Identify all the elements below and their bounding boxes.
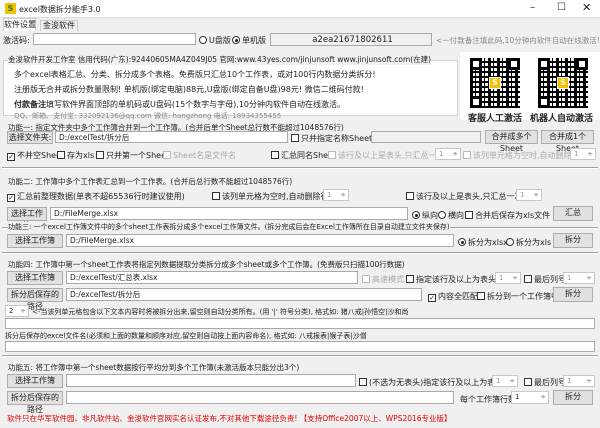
info-line3: 付款备注填写软件界面顶部的单机码或U盘码(15个数字与字母),10分钟内软件自动… [14, 100, 345, 109]
radio-pc[interactable]: 单机版 [232, 35, 266, 46]
f2-choose-workbook-button[interactable]: 选择工作簿 [7, 207, 47, 230]
qr2-label: 机器人自动激活 [530, 114, 594, 124]
f3-xlsx-radio[interactable]: 拆分为xlsx [458, 237, 508, 248]
f3-choose-workbook-button[interactable]: 选择工作簿 [7, 234, 63, 248]
info-contact: QQ、邮箱、支付宝: 332092136@qq.com 微信: hangzhon… [14, 112, 282, 120]
f5-header-checkbox[interactable]: (不选为无表头)指定该行及以上为表头-> [359, 377, 513, 388]
f5-split-button[interactable]: 拆分 [553, 390, 593, 405]
qr-code-manual: S [470, 58, 520, 108]
f4-fast-mode-checkbox[interactable]: 高速模式 [362, 274, 404, 285]
f2-vertical-radio[interactable]: 纵向 [412, 210, 438, 221]
tab-jinjun[interactable]: 金浚软件 [40, 20, 78, 31]
qr-code-auto: S [538, 58, 588, 108]
f1-merge-one-button[interactable]: 合并成1个Sheet [541, 130, 594, 153]
f4-full-match-checkbox[interactable]: ✓ 内容全匹配 [428, 291, 478, 302]
f4-choose-workbook-button[interactable]: 选择工作簿 [7, 271, 63, 285]
f2-header-spinner[interactable]: 1 [516, 189, 542, 201]
f5-save-path[interactable] [66, 391, 454, 404]
radio-u-disk[interactable]: U盘版 [199, 35, 231, 46]
f2-del-spinner[interactable]: 1 [323, 189, 349, 201]
divider [2, 167, 598, 169]
f3-path[interactable]: D:/FileMerge.xlsx [66, 234, 454, 247]
qr1-label: 客服人工激活 [468, 114, 523, 124]
f1-save-xls-checkbox[interactable]: 存为xls [57, 150, 94, 161]
f2-path[interactable]: D:/FileMerge.xlsx [50, 207, 408, 220]
f4-last-col-spinner[interactable]: 1 [563, 272, 595, 284]
f5-last-col-checkbox[interactable]: 最后列号 [524, 377, 566, 388]
f1-only-named-checkbox[interactable]: 只并指定名称Sheet: [291, 133, 375, 144]
f5-header-spinner[interactable]: 1 [492, 375, 518, 387]
f2-title: 功能二: 工作簿中多个工作表汇总到一个工作表。(合并后总行数不能超过104857… [8, 177, 293, 186]
f5-last-col-spinner[interactable]: 1 [563, 375, 595, 387]
footer-notice: 软件只在华军软件园、非凡软件站、金浚软件官网实名认证发布,不对其他下载途径负责!… [7, 414, 452, 423]
f4-save-path-button[interactable]: 拆分后保存的路径 [7, 288, 63, 311]
f1-choose-folder-button[interactable]: 选择文件夹: [7, 131, 53, 144]
f5-rows-spinner[interactable]: 1 [511, 391, 549, 404]
f3-xls-radio[interactable]: 拆分为xls [506, 237, 551, 248]
f4-header-spinner[interactable]: 1 [495, 272, 521, 284]
divider [2, 355, 598, 357]
f4-title: 功能四: 工作簿中第一个sheet工作表将指定列数据提取分类拆分成多个sheet… [8, 260, 405, 269]
f5-choose-workbook-button[interactable]: 选择工作簿 [7, 374, 63, 388]
f4-names-label: 拆分后保存的excel文件名(必须和上面的数量和顺序对应,留空则自动按上面内容命… [5, 332, 367, 340]
f5-title: 功能五: 将工作簿中第一个sheet数据按行平均分到多个工作簿(未激活版本只能分… [8, 363, 300, 372]
maximize-button[interactable]: ☐ [557, 2, 566, 13]
activation-label: 激活码: [3, 36, 30, 45]
machine-code: a2ea21671802611 [270, 33, 432, 46]
f4-path[interactable]: D:/excelTest/汇总表.xlsx [66, 271, 358, 284]
info-header: 金浚软件开发工作室 信用代码(广东):92440605MA4Z049J05 官网… [8, 54, 432, 65]
f1-header-once-checkbox[interactable]: 该行及以上是表头,只汇总一次: [328, 150, 447, 161]
info-line2: 注册版无合并或拆分数量限制! 单机版(绑定电脑)88元,U盘版(绑定自备U盘)9… [14, 85, 364, 94]
f1-name-is-file-checkbox[interactable]: Sheet名是文件名 [163, 150, 236, 161]
f4-filter-input[interactable] [5, 318, 595, 329]
f2-header-once-checkbox[interactable]: 该行及以上是表头,只汇总一次-> [406, 191, 532, 202]
f4-save-path[interactable]: D:/excelTest/拆分后 [66, 288, 422, 301]
f1-only-first-checkbox[interactable]: 只并第一个Sheet [96, 150, 169, 161]
tab-settings[interactable]: 软件设置 [3, 18, 36, 31]
f4-last-col-checkbox[interactable]: 最后列号 [524, 274, 566, 285]
f3-title: 功能三: 一个excel工作簿文件中的多个sheet工作表拆分成多个excel工… [8, 222, 450, 232]
f2-summary-button[interactable]: 汇总 [553, 206, 593, 221]
f4-to-one-checkbox[interactable]: 拆分到一个工作簿中 [477, 291, 559, 302]
f1-named-input[interactable] [371, 131, 481, 143]
f4-header-checkbox[interactable]: 指定该行及以上为表头-> [406, 274, 506, 285]
f1-header-spinner[interactable]: 1 [435, 148, 461, 160]
app-logo: S [5, 3, 16, 14]
f1-merge-multi-button[interactable]: 合并成多个Sheet [485, 130, 538, 153]
f3-split-button[interactable]: 拆分 [553, 233, 593, 248]
activation-hint: <一付款备注填此码,10分钟内软件自动在线激活! [436, 36, 600, 45]
activation-input[interactable] [33, 33, 196, 45]
f5-rows-label: 每个工作簿行数: [460, 395, 519, 404]
f1-del-empty-checkbox[interactable]: 该列单元格为空时,自动删除行: [463, 150, 582, 161]
f2-save-xls-checkbox[interactable]: 合并后保存为xls文件 [465, 210, 550, 221]
info-line1: 多个excel表格汇总、分类、拆分成多个表格。免费版只汇总10个工作表，或对10… [14, 70, 376, 79]
window-title: excel数据拆分能手3.0 [19, 5, 101, 14]
f4-column-hint: <-当该列单元格包含以下文本内容时将被拆分出来,留空则自动分类所有。(用 '|'… [32, 308, 409, 316]
f5-save-path-button[interactable]: 拆分后保存的路径 [7, 391, 63, 414]
f1-no-empty-checkbox[interactable]: ✓ 不并空Sheet [7, 150, 64, 161]
f4-split-button[interactable]: 拆分 [553, 287, 593, 302]
f1-del-spinner[interactable]: 1 [570, 148, 596, 160]
f2-tidy-checkbox[interactable]: ✓ 汇总前整理数据(单表不超65536行时建议使用) [7, 191, 185, 202]
f4-column-spinner[interactable]: 2 [5, 305, 29, 317]
minimize-button[interactable]: – [530, 2, 535, 13]
title-bar: S excel数据拆分能手3.0 – ☐ ✕ [0, 0, 600, 18]
f2-del-empty-checkbox[interactable]: 该列单元格为空时,自动删除行-> [212, 191, 338, 202]
f1-summary-same-checkbox[interactable]: 汇总同名Sheet [271, 150, 336, 161]
f4-names-input[interactable] [5, 341, 595, 352]
close-button[interactable]: ✕ [582, 1, 591, 14]
divider [2, 252, 598, 254]
f2-horizontal-radio[interactable]: 横向 [438, 210, 464, 221]
f5-path[interactable] [66, 374, 356, 387]
f1-folder-path[interactable]: D:/excelTest/拆分后 [55, 131, 288, 143]
